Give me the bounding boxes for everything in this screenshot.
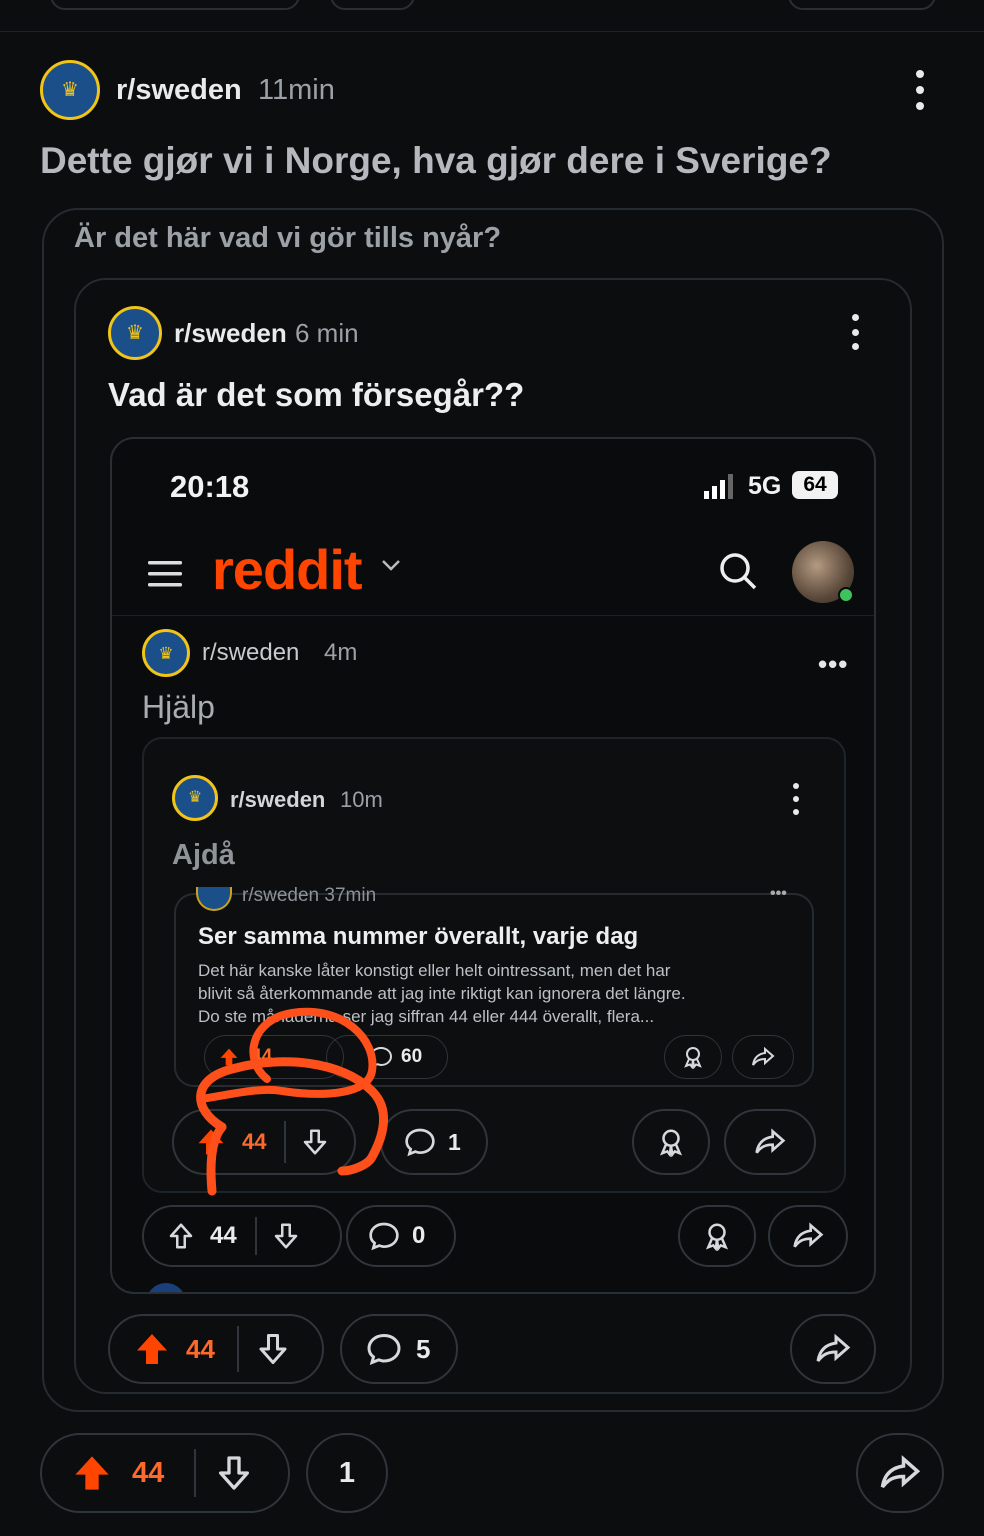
comment-pill[interactable]: 1 — [306, 1433, 388, 1513]
subreddit-name[interactable]: r/sweden — [174, 318, 287, 349]
vote-divider — [254, 1217, 257, 1255]
post-title[interactable]: Ajdå — [172, 839, 235, 872]
share-icon — [815, 1331, 851, 1367]
vote-divider — [194, 1449, 197, 1497]
share-button[interactable] — [768, 1205, 848, 1267]
share-button[interactable] — [856, 1433, 944, 1513]
subreddit-avatar[interactable]: ♛ — [172, 775, 218, 821]
comment-pill[interactable]: 5 — [340, 1314, 458, 1384]
post-title[interactable]: Ser samma nummer överallt, varje dag — [198, 923, 638, 951]
reddit-logo[interactable]: reddit — [212, 537, 363, 602]
award-icon — [656, 1127, 686, 1157]
subreddit-name[interactable]: r/sweden — [202, 639, 299, 667]
network-label: 5G — [748, 472, 782, 500]
downvote-icon[interactable] — [214, 1453, 254, 1493]
post-time: 11min — [258, 74, 335, 106]
subreddit-avatar[interactable]: ♛ — [40, 60, 100, 120]
post-body-line: Det här kanske låter konstigt eller helt… — [198, 961, 671, 980]
search-icon[interactable] — [718, 551, 758, 591]
share-icon — [751, 1045, 775, 1069]
award-button[interactable] — [664, 1035, 722, 1079]
crosspost-title[interactable]: Är det här vad vi gör tills nyår? — [74, 222, 501, 255]
status-time: 20:18 — [170, 469, 250, 504]
phone-screenshot[interactable]: 20:18 5G 64 reddit ♛ r/sweden 4m ••• Hjä… — [110, 437, 876, 1294]
downvote-icon[interactable] — [255, 1331, 291, 1367]
award-icon — [702, 1221, 732, 1251]
vote-count: 44 — [210, 1222, 237, 1249]
subreddit-name-text: r/sweden — [242, 885, 320, 903]
vote-pill[interactable]: 44 — [108, 1314, 324, 1384]
chevron-down-icon[interactable] — [380, 557, 402, 573]
subreddit-name[interactable]: r/sweden 37min — [242, 885, 376, 903]
vote-count: 44 — [132, 1456, 165, 1489]
previous-post-fragment — [0, 0, 984, 32]
post-title[interactable]: Vad är det som försegår?? — [108, 376, 524, 414]
post-title[interactable]: Hjälp — [142, 689, 215, 726]
share-icon — [879, 1452, 921, 1494]
comment-count: 0 — [412, 1222, 426, 1249]
award-button[interactable] — [678, 1205, 756, 1267]
award-icon — [681, 1045, 705, 1069]
comment-count: 5 — [416, 1333, 431, 1364]
crown-icon: ♛ — [126, 322, 144, 344]
vote-count: 44 — [186, 1333, 215, 1364]
share-button[interactable] — [724, 1109, 816, 1175]
previous-pill — [330, 0, 415, 10]
next-post-avatar-fragment — [146, 1283, 186, 1292]
signal-icon — [704, 473, 738, 499]
vote-pill[interactable]: 44 — [40, 1433, 290, 1513]
menu-icon[interactable] — [148, 559, 182, 589]
share-button[interactable] — [790, 1314, 876, 1384]
post-title[interactable]: Dette gjør vi i Norge, hva gjør dere i S… — [40, 140, 832, 182]
post-time: 4m — [324, 639, 358, 666]
downvote-icon[interactable] — [271, 1221, 301, 1251]
battery-icon: 64 — [792, 471, 838, 499]
share-icon — [792, 1220, 824, 1252]
comment-icon — [366, 1331, 402, 1367]
vote-pill[interactable]: 44 — [142, 1205, 342, 1267]
battery-level: 64 — [803, 473, 827, 496]
crown-icon: ♛ — [187, 789, 203, 806]
crown-icon: ♛ — [61, 79, 79, 101]
subreddit-name[interactable]: r/sweden — [116, 74, 242, 107]
red-annotation-scribble — [196, 1007, 389, 1196]
subreddit-avatar[interactable]: ♛ — [108, 306, 162, 360]
more-options-icon[interactable] — [914, 70, 926, 110]
previous-pill — [50, 0, 300, 10]
subreddit-name[interactable]: r/sweden — [230, 787, 325, 813]
comment-icon — [368, 1220, 400, 1252]
upvote-icon[interactable] — [72, 1453, 112, 1493]
upvote-icon[interactable] — [134, 1331, 170, 1367]
previous-pill — [788, 0, 936, 10]
divider — [112, 615, 874, 616]
upvote-icon[interactable] — [166, 1221, 196, 1251]
share-button[interactable] — [732, 1035, 794, 1079]
post-time: 37min — [324, 885, 377, 903]
more-options-icon[interactable]: ••• — [770, 885, 787, 903]
more-options-icon[interactable]: ••• — [818, 649, 848, 680]
more-options-icon[interactable] — [850, 314, 860, 350]
award-button[interactable] — [632, 1109, 710, 1175]
more-options-icon[interactable] — [792, 783, 800, 815]
post-time: 10m — [340, 787, 383, 812]
comment-pill[interactable]: 0 — [346, 1205, 456, 1267]
subreddit-avatar[interactable]: ♛ — [142, 629, 190, 677]
comment-count: 1 — [338, 1456, 356, 1489]
post-time: 6 min — [295, 318, 359, 348]
share-icon — [754, 1126, 786, 1158]
online-status-dot — [838, 587, 854, 603]
crown-icon: ♛ — [158, 643, 174, 663]
vote-divider — [236, 1326, 239, 1372]
